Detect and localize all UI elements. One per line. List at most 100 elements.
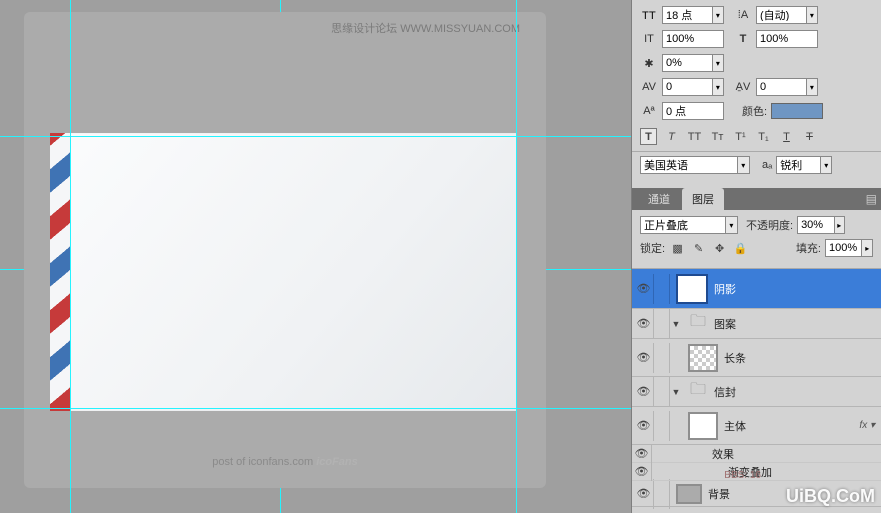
visibility-toggle[interactable]: 👁 (634, 479, 654, 509)
right-panel: TT ▾ ⁞A ▾ IT T ✱ ▾ AV ▾ A̱V ▾ Aª 颜色: T (631, 0, 881, 513)
dropdown-icon[interactable]: ▾ (712, 79, 723, 95)
smallcaps-button[interactable]: Tᴛ (709, 128, 726, 145)
guide-horizontal (0, 408, 631, 409)
canvas-area[interactable]: 思缘设计论坛 WWW.MISSYUAN.COM post of iconfans… (0, 0, 631, 513)
dropdown-icon[interactable]: ▾ (806, 7, 817, 23)
layer-name[interactable]: 信封 (714, 384, 736, 400)
source-watermark-top: 思缘设计论坛 WWW.MISSYUAN.COM (331, 20, 520, 36)
layer-row[interactable]: 👁 长条 (632, 339, 881, 377)
allcaps-button[interactable]: TT (686, 128, 703, 145)
guide-vertical (516, 0, 517, 513)
dropdown-icon[interactable]: ▾ (712, 55, 723, 71)
text-style-row: T T TT Tᴛ T¹ T₁ T T (640, 126, 873, 147)
layer-name[interactable]: 背景 (708, 486, 730, 502)
vertical-scale-field[interactable] (662, 30, 724, 48)
language-select[interactable]: ▾ (640, 156, 750, 174)
layer-group-row[interactable]: 👁 ▼ 🗀 图案 (632, 309, 881, 339)
disclosure-triangle[interactable]: ▼ (670, 387, 682, 397)
opacity-field[interactable]: ▸ (797, 216, 845, 234)
dropdown-icon[interactable]: ▾ (806, 79, 817, 95)
tab-layers[interactable]: 图层 (682, 188, 724, 210)
visibility-toggle[interactable]: 👁 (632, 463, 652, 481)
dropdown-icon[interactable]: ▸ (861, 240, 872, 256)
opacity-label: 不透明度: (746, 217, 793, 233)
layer-row[interactable]: 👁 主体 fx ▾ (632, 407, 881, 445)
kerning-field[interactable]: ▾ (662, 78, 724, 96)
layer-thumbnail[interactable] (688, 344, 718, 372)
layer-thumbnail[interactable] (676, 274, 708, 304)
lock-pixels-button[interactable]: ✎ (690, 240, 707, 257)
link-column[interactable] (654, 479, 670, 509)
layer-row[interactable]: 👁 阴影 (632, 269, 881, 309)
hscale-icon: T (734, 31, 752, 47)
antialias-select[interactable]: ▾ (776, 156, 832, 174)
panel-menu-icon[interactable]: ▤ (866, 192, 877, 206)
svg-text:T: T (642, 10, 649, 22)
superscript-button[interactable]: T¹ (732, 128, 749, 145)
link-column[interactable] (654, 411, 670, 441)
visibility-toggle[interactable]: 👁 (634, 343, 654, 373)
envelope-stripe (50, 133, 70, 411)
layer-name[interactable]: 主体 (724, 418, 746, 434)
dropdown-icon[interactable]: ▾ (737, 157, 749, 173)
layer-group-row[interactable]: 👁 ▼ 🗀 信封 (632, 377, 881, 407)
subscript-button[interactable]: T₁ (755, 128, 772, 145)
fill-field[interactable]: ▸ (825, 239, 873, 257)
dropdown-icon[interactable]: ▾ (725, 217, 737, 233)
underline-button[interactable]: T (778, 128, 795, 145)
tracking-pct-field[interactable]: ▾ (662, 54, 724, 72)
fill-label: 填充: (796, 240, 821, 256)
source-watermark-bottom: post of iconfans.com icoFans (212, 456, 358, 468)
fx-badge[interactable]: fx ▾ (859, 420, 875, 431)
horizontal-scale-field[interactable] (756, 30, 818, 48)
guide-horizontal (0, 136, 631, 137)
visibility-toggle[interactable]: 👁 (634, 274, 654, 304)
layers-panel-tabs: 通道 图层 ▤ (632, 188, 881, 210)
layer-name[interactable]: 阴影 (714, 281, 736, 297)
leading-field[interactable]: ▾ (756, 6, 818, 24)
bbs-text: BBS: 16 (724, 470, 761, 481)
visibility-toggle[interactable]: 👁 (634, 411, 654, 441)
link-column[interactable] (654, 377, 670, 407)
layer-thumbnail[interactable] (676, 484, 702, 504)
svg-text:T: T (649, 10, 656, 22)
baseline-shift-field[interactable] (662, 102, 724, 120)
tracking-icon: A̱V (734, 79, 752, 95)
leading-icon: ⁞A (734, 7, 752, 23)
folder-icon: 🗀 (688, 316, 708, 332)
visibility-toggle[interactable]: 👁 (632, 445, 652, 463)
layer-name[interactable]: 图案 (714, 316, 736, 332)
visibility-toggle[interactable]: 👁 (634, 377, 654, 407)
dropdown-icon[interactable]: ▸ (834, 217, 845, 233)
dropdown-icon[interactable]: ▾ (712, 7, 723, 23)
link-column[interactable] (654, 274, 670, 304)
blend-mode-select[interactable]: ▾ (640, 216, 738, 234)
italic-button[interactable]: T (663, 128, 680, 145)
text-color-swatch[interactable] (771, 103, 823, 119)
disclosure-triangle[interactable]: ▼ (670, 319, 682, 329)
visibility-toggle[interactable]: 👁 (634, 309, 654, 339)
strikethrough-button[interactable]: T (801, 128, 818, 145)
tracking-field[interactable]: ▾ (756, 78, 818, 96)
layer-row[interactable]: 👁 背景 (632, 481, 881, 507)
folder-icon: 🗀 (688, 384, 708, 400)
separator (632, 151, 881, 152)
lock-position-button[interactable]: ✥ (711, 240, 728, 257)
bold-button[interactable]: T (640, 128, 657, 145)
layer-name[interactable]: 长条 (724, 350, 746, 366)
layer-thumbnail[interactable] (688, 412, 718, 440)
lock-all-button[interactable]: 🔒 (732, 240, 749, 257)
layer-options: ▾ 不透明度: ▸ 锁定: ▩ ✎ ✥ 🔒 填充: ▸ (632, 210, 881, 269)
lock-transparency-button[interactable]: ▩ (669, 240, 686, 257)
link-column[interactable] (654, 343, 670, 373)
link-column[interactable] (654, 309, 670, 339)
dropdown-icon[interactable]: ▾ (820, 157, 831, 173)
font-size-field[interactable]: ▾ (662, 6, 724, 24)
guide-vertical (70, 0, 71, 513)
vscale-icon: IT (640, 31, 658, 47)
kerning-icon: AV (640, 79, 658, 95)
tab-channels[interactable]: 通道 (638, 188, 680, 210)
font-size-icon: TT (640, 7, 658, 23)
color-label: 颜色: (742, 103, 767, 119)
fx-effects-row[interactable]: 👁效果 (632, 445, 881, 463)
